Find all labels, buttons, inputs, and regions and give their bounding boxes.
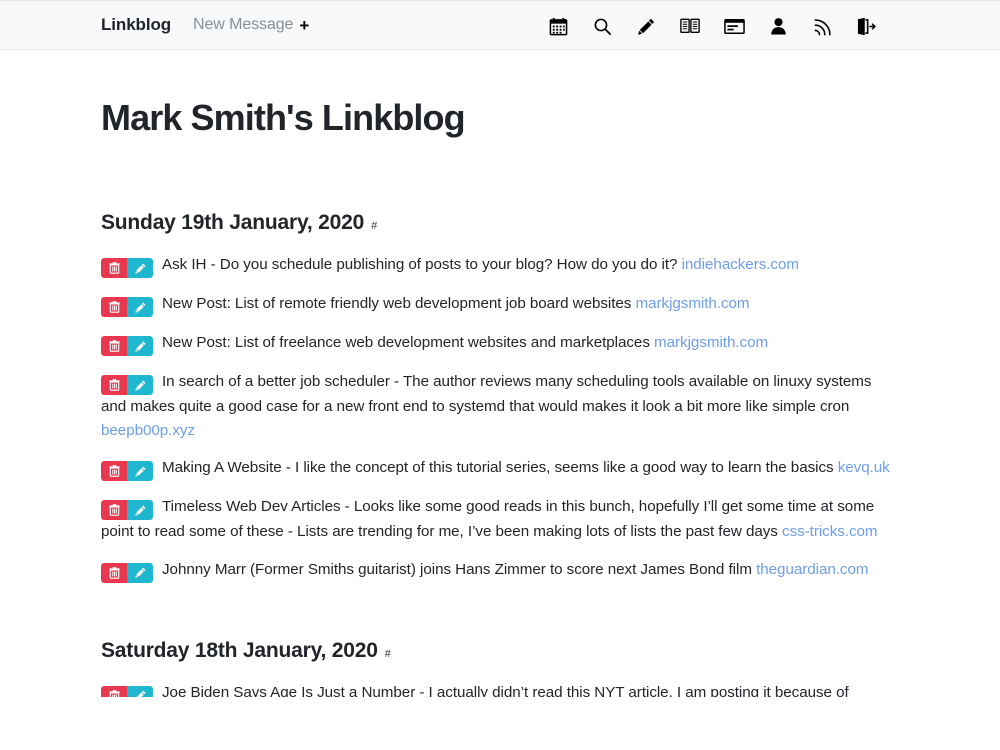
link-description: Johnny Marr (Former Smiths guitarist) jo… [162,560,752,578]
link-description: Ask IH - Do you schedule publishing of p… [162,256,678,274]
edit-button[interactable] [127,258,153,279]
day-heading-text: Saturday 18th January, 2020 [101,638,378,662]
delete-button[interactable] [101,336,127,357]
row-actions [101,500,153,521]
row-actions [101,562,153,583]
link-description: Making A Website - I like the concept of… [162,459,834,477]
list-item: New Post: List of remote friendly web de… [101,292,899,318]
link-description: In search of a better job scheduler - Th… [101,373,872,416]
edit-button[interactable] [127,297,153,318]
delete-button[interactable] [101,258,127,279]
top-navbar: Linkblog New Message + [0,0,1000,50]
delete-button[interactable] [101,685,127,697]
row-actions [101,375,153,396]
row-actions [101,461,153,482]
day-heading: Saturday 18th January, 2020 # [101,639,899,663]
new-message-button[interactable]: New Message + [193,16,309,34]
row-actions [101,685,153,697]
link-domain[interactable]: beepb00p.xyz [101,422,195,439]
link-domain[interactable]: markjgsmith.com [636,295,750,312]
edit-button[interactable] [127,562,153,583]
list-item: Joe Biden Says Age Is Just a Number - I … [101,681,899,697]
link-description: New Post: List of remote friendly web de… [162,295,632,313]
page-body: Mark Smith's Linkblog Sunday 19th Januar… [0,96,1000,697]
day-group: Saturday 18th January, 2020 # Joe Biden … [101,639,899,697]
link-description: New Post: List of freelance web developm… [162,334,650,352]
navbar-icon-group [546,1,878,51]
day-group: Sunday 19th January, 2020 # Ask IH - Do … [101,211,899,583]
day-heading-text: Sunday 19th January, 2020 [101,211,365,235]
card-icon[interactable] [722,13,746,39]
page-title: Mark Smith's Linkblog [101,97,466,138]
plus-icon: + [299,15,310,35]
edit-button[interactable] [127,375,153,396]
link-domain[interactable]: theguardian.com [756,561,868,578]
link-domain[interactable]: indiehackers.com [682,256,799,273]
edit-button[interactable] [127,336,153,357]
day-anchor-link[interactable]: # [371,220,377,232]
list-item: Timeless Web Dev Articles - Looks like s… [101,495,899,544]
link-list: Joe Biden Says Age Is Just a Number - I … [101,681,899,697]
list-item: Johnny Marr (Former Smiths guitarist) jo… [101,558,899,583]
person-icon[interactable] [766,13,790,39]
row-actions [101,258,153,279]
delete-button[interactable] [101,375,127,396]
link-description: Joe Biden Says Age Is Just a Number - I … [162,683,849,697]
link-domain[interactable]: kevq.uk [838,459,890,476]
row-actions [101,336,153,357]
list-item: Ask IH - Do you schedule publishing of p… [101,253,899,279]
edit-button[interactable] [127,461,153,482]
link-description: Timeless Web Dev Articles - Looks like s… [101,498,875,541]
link-domain[interactable]: markjgsmith.com [654,334,768,351]
list-item: In search of a better job scheduler - Th… [101,370,899,442]
edit-button[interactable] [127,685,153,697]
link-domain[interactable]: css-tricks.com [782,523,878,540]
brand-link[interactable]: Linkblog [101,15,171,35]
day-anchor-link[interactable]: # [385,648,391,660]
delete-button[interactable] [101,461,127,482]
list-item: Making A Website - I like the concept of… [101,456,899,482]
row-actions [101,297,153,318]
delete-button[interactable] [101,297,127,318]
delete-button[interactable] [101,562,127,583]
list-item: New Post: List of freelance web developm… [101,331,899,357]
calendar-icon[interactable] [546,13,570,39]
link-list: Ask IH - Do you schedule publishing of p… [101,253,899,583]
day-heading: Sunday 19th January, 2020 # [101,211,899,235]
delete-button[interactable] [101,500,127,521]
logout-icon[interactable] [854,13,878,39]
search-icon[interactable] [590,13,614,39]
rss-icon[interactable] [810,13,834,39]
new-message-label: New Message [193,16,294,33]
pencil-icon[interactable] [634,13,658,39]
book-icon[interactable] [678,13,702,39]
edit-button[interactable] [127,500,153,521]
